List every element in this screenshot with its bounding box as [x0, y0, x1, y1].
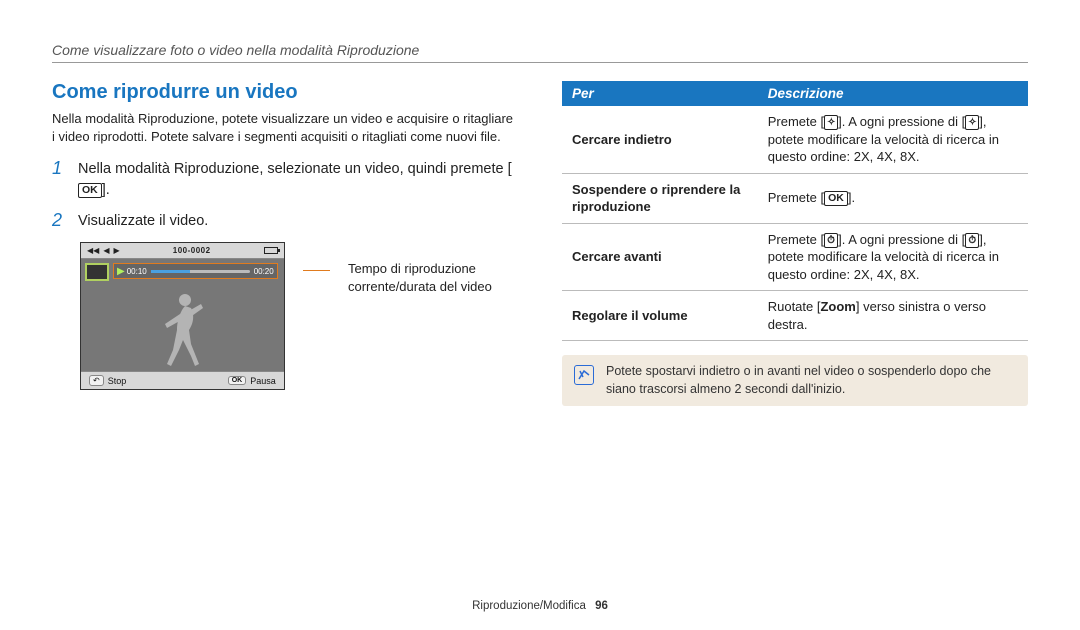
cell-descr: Premete [⏱]. A ogni pressione di [⏱], po… [758, 223, 1028, 291]
step-2: 2 Visualizzate il video. [52, 211, 518, 232]
descr-pre: Premete [ [768, 190, 824, 205]
ok-icon: OK [824, 191, 848, 206]
footer-page-number: 96 [595, 600, 608, 612]
forward-icon: ▶ [113, 246, 119, 255]
table-head-descr: Descrizione [758, 81, 1028, 106]
stop-label: Stop [108, 376, 127, 386]
table-row: Cercare indietro Premete [✧]. A ogni pre… [562, 106, 1028, 173]
video-player-screenshot: ◀◀ ◀ ▶ 100-0002 ▶ 00:10 00:20 [80, 242, 285, 390]
cell-descr: Ruotate [Zoom] verso sinistra o verso de… [758, 291, 1028, 341]
play-state-icon: ◀ [103, 246, 109, 255]
cell-per: Cercare avanti [562, 223, 758, 291]
screenshot-top-bar: ◀◀ ◀ ▶ 100-0002 [81, 243, 284, 259]
screenshot-callout-wrap: ◀◀ ◀ ▶ 100-0002 ▶ 00:10 00:20 [80, 242, 518, 390]
back-chip-icon: ↶ [89, 375, 104, 386]
step1-text-pre: Nella modalità Riproduzione, selezionate… [78, 161, 512, 177]
play-icon: ▶ [117, 266, 125, 277]
descr-pre: Premete [ [768, 114, 824, 129]
page-footer: Riproduzione/Modifica 96 [0, 600, 1080, 612]
timer-icon: ⏱ [824, 233, 838, 248]
section-title: Come riprodurre un video [52, 81, 518, 104]
flash-icon: ✧ [965, 115, 979, 130]
step-number: 2 [52, 211, 68, 232]
breadcrumb: Come visualizzare foto o video nella mod… [52, 42, 1028, 58]
callout-connector-line [303, 270, 330, 390]
footer-section: Riproduzione/Modifica [472, 600, 586, 612]
pause-label: Pausa [250, 376, 276, 386]
screenshot-bottom-bar: ↶ Stop OK Pausa [81, 371, 284, 389]
table-row: Sospendere o riprendere la riproduzione … [562, 173, 1028, 223]
cell-per: Sospendere o riprendere la riproduzione [562, 173, 758, 223]
time-total: 00:20 [254, 267, 274, 276]
descr-mid: ]. A ogni pressione di [ [838, 232, 965, 247]
time-current: 00:10 [127, 267, 147, 276]
battery-icon [264, 247, 278, 254]
table-row: Regolare il volume Ruotate [Zoom] verso … [562, 291, 1028, 341]
left-column: Come riprodurre un video Nella modalità … [52, 81, 518, 406]
right-column: Per Descrizione Cercare indietro Premete… [562, 81, 1028, 406]
intro-text: Nella modalità Riproduzione, potete visu… [52, 110, 518, 145]
skater-silhouette-icon [147, 290, 217, 368]
descr-post: ]. [848, 190, 855, 205]
controls-table: Per Descrizione Cercare indietro Premete… [562, 81, 1028, 341]
descr-full: Ruotate [Zoom] verso sinistra o verso de… [768, 299, 986, 332]
video-frame-figure [81, 287, 284, 371]
step-text: Visualizzate il video. [78, 211, 208, 232]
ok-icon: OK [78, 183, 102, 198]
table-head-per: Per [562, 81, 758, 106]
note-text: Potete spostarvi indietro o in avanti ne… [606, 363, 1016, 398]
timer-icon: ⏱ [965, 233, 979, 248]
rewind-icon: ◀◀ [87, 246, 99, 255]
divider [52, 62, 1028, 63]
step-text: Nella modalità Riproduzione, selezionate… [78, 159, 518, 201]
note-info-icon [574, 365, 594, 385]
cell-descr: Premete [OK]. [758, 173, 1028, 223]
playback-time-bar: ▶ 00:10 00:20 [113, 263, 278, 279]
callout-text: Tempo di riproduzione corrente/durata de… [348, 260, 518, 390]
descr-mid: ]. A ogni pressione di [ [838, 114, 965, 129]
cell-per: Cercare indietro [562, 106, 758, 173]
step-1: 1 Nella modalità Riproduzione, seleziona… [52, 159, 518, 201]
cell-descr: Premete [✧]. A ogni pressione di [✧], po… [758, 106, 1028, 173]
video-thumbnail-icon [85, 263, 109, 281]
descr-pre: Premete [ [768, 232, 824, 247]
flash-icon: ✧ [824, 115, 838, 130]
steps-list: 1 Nella modalità Riproduzione, seleziona… [52, 159, 518, 232]
topbar-left-icons: ◀◀ ◀ ▶ [87, 246, 120, 255]
step1-text-tail: ]. [102, 182, 110, 198]
content-columns: Come riprodurre un video Nella modalità … [52, 81, 1028, 406]
ok-chip-icon: OK [228, 376, 247, 385]
cell-per: Regolare il volume [562, 291, 758, 341]
table-row: Cercare avanti Premete [⏱]. A ogni press… [562, 223, 1028, 291]
file-counter: 100-0002 [173, 246, 211, 255]
progress-bar [151, 270, 250, 273]
note-box: Potete spostarvi indietro o in avanti ne… [562, 355, 1028, 406]
step-number: 1 [52, 159, 68, 201]
